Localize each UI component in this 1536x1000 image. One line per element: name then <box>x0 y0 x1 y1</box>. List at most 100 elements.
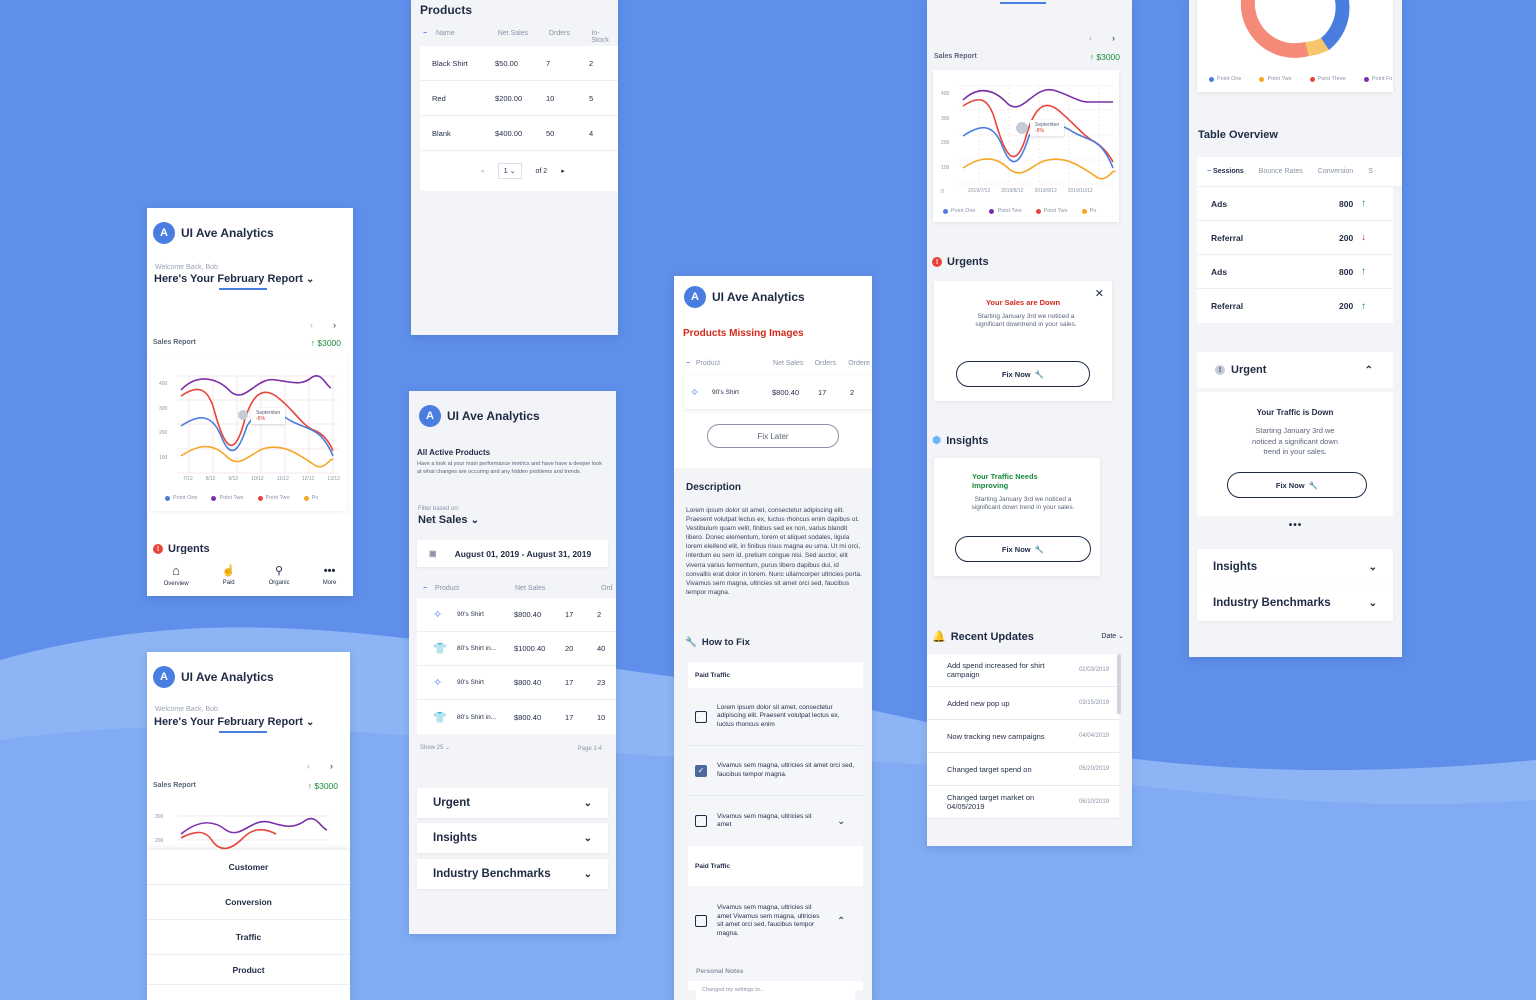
tab-more[interactable]: S <box>1368 168 1373 175</box>
tshirt-thumbnail-icon: 👕 <box>433 711 447 724</box>
table-tabs: − Sessions Bounce Rates Conversion S <box>1197 157 1402 187</box>
logo-icon: A <box>153 222 175 244</box>
fix-now-button[interactable]: Fix Now 🔧 <box>955 536 1091 562</box>
prev-page-icon[interactable]: ◂ <box>480 167 484 175</box>
missing-images-title: Products Missing Images <box>683 328 804 339</box>
table-row[interactable]: ✧ 90's Shirt $800.40 17 2 <box>684 375 872 409</box>
checkbox[interactable] <box>695 915 707 927</box>
table-row[interactable]: Referral 200 ↑ <box>1197 289 1393 323</box>
fix-now-button[interactable]: Fix Now 🔧 <box>1227 472 1367 498</box>
nav-organic[interactable]: ⚲ Organic <box>269 564 290 586</box>
menu-item-product[interactable]: Product <box>147 955 350 985</box>
list-item[interactable]: Changed target spend on 05/20/2019 <box>927 753 1119 786</box>
fix-item[interactable]: ✓ Vivamus sem magna, ultricies sit amet o… <box>688 746 863 796</box>
report-dropdown[interactable]: Here's Your February Report ⌄ <box>154 273 314 285</box>
prev-icon[interactable]: ‹ <box>1089 33 1092 43</box>
table-row[interactable]: Ads 800 ↑ <box>1197 255 1393 289</box>
x-ticks: 7/12 8/12 9/12 10/12 11/12 12/12 13/12 <box>183 476 340 482</box>
table-row[interactable]: Black Shirt $50.00 7 2 <box>420 46 618 81</box>
products-title: Products <box>420 3 473 17</box>
table-row[interactable]: 👕 80's Shirt in... $800.40 17 10 <box>417 700 616 734</box>
filter-dropdown[interactable]: Net Sales ⌄ <box>418 514 479 526</box>
table-row[interactable]: ✧ 90's Shirt $800.40 17 23 <box>417 666 616 700</box>
nav-paid[interactable]: ☝ Paid <box>222 564 236 586</box>
checkbox-checked[interactable]: ✓ <box>695 764 707 777</box>
collapse-icon[interactable]: − <box>686 360 696 367</box>
accordion-urgent[interactable]: ! Urgent ⌃ <box>1197 352 1393 388</box>
collapse-icon[interactable]: − <box>423 585 435 592</box>
all-products-table-head: − Product Net Sales Ord <box>423 585 613 592</box>
welcome-text: Welcome Back, Bob <box>155 264 218 271</box>
sales-chart: September -5% 400 300 200 100 7/12 8/12 9/12 10… <box>151 356 347 511</box>
carousel-dots[interactable]: ••• <box>1189 520 1402 531</box>
sales-value: ↑ $3000 <box>1089 52 1120 62</box>
fix-item[interactable]: Lorem ipsum dolor sit amet, consectetur … <box>688 688 863 746</box>
recent-updates-heading: 🔔 Recent Updates <box>932 630 1034 644</box>
fix-later-button[interactable]: Fix Later <box>707 424 839 448</box>
paid-traffic-label: Paid Traffic <box>695 862 731 870</box>
menu-item-conversion[interactable]: Conversion <box>147 885 350 920</box>
sales-chart-svg <box>177 374 339 474</box>
more-menu: Customer Conversion Traffic Product <box>147 850 350 1000</box>
sales-value-text: $3000 <box>317 338 341 348</box>
sales-chart: September -5% 400 300 200 100 0 2019/7/12 2019… <box>933 70 1119 222</box>
table-row[interactable]: Blank $400.00 50 4 <box>420 116 618 151</box>
page-total: of 2 <box>535 167 548 175</box>
brand: A UI Ave Analytics <box>153 666 274 688</box>
date-sort[interactable]: Date ⌄ <box>1101 632 1124 640</box>
table-row[interactable]: Referral 200 ↓ <box>1197 221 1393 255</box>
nav-overview[interactable]: ⌂ Overview <box>164 563 189 587</box>
wrench-icon: 🔧 <box>1034 544 1045 554</box>
insights-heading: ✺ Insights <box>932 434 988 448</box>
list-item[interactable]: Added new pop up 03/15/2019 <box>927 687 1119 720</box>
tab-bounce-rates[interactable]: Bounce Rates <box>1259 168 1303 175</box>
accordion-insights[interactable]: Insights ⌄ <box>1197 549 1393 585</box>
how-to-fix-label: How to Fix <box>701 637 750 648</box>
scrollbar[interactable] <box>1117 654 1121 714</box>
prev-icon[interactable]: ‹ <box>310 320 313 330</box>
page-select[interactable]: 1 ⌄ <box>497 163 522 179</box>
nav-more[interactable]: ••• More <box>323 565 337 586</box>
collapse-icon[interactable]: − <box>423 30 436 44</box>
next-icon[interactable]: › <box>330 761 333 771</box>
checkbox[interactable] <box>695 815 707 827</box>
menu-item-customer[interactable]: Customer <box>147 850 350 885</box>
tab-conversion[interactable]: Conversion <box>1318 168 1353 175</box>
show-select[interactable]: Show 25 ⌄ <box>420 744 450 751</box>
next-page-icon[interactable]: ▸ <box>561 167 565 175</box>
list-item[interactable]: Add spend increased for shirt campaign 02… <box>927 654 1119 687</box>
fix-list: Paid Traffic Lorem ipsum dolor sit amet,… <box>688 662 863 1000</box>
accordion-industry-benchmarks[interactable]: Industry Benchmarks ⌄ <box>1197 585 1393 621</box>
date-range-picker[interactable]: ▣ August 01, 2019 - August 31, 2019 <box>417 540 608 567</box>
table-row[interactable]: ✧ 90's Shirt $800.40 17 2 <box>417 598 616 632</box>
next-icon[interactable]: › <box>333 320 336 330</box>
report-title: Here's Your February Report <box>154 273 303 285</box>
next-icon[interactable]: › <box>1112 33 1115 43</box>
accordion-insights[interactable]: Insights ⌄ <box>417 823 608 853</box>
accordion-urgent[interactable]: Urgent ⌄ <box>417 788 608 818</box>
tooltip-value: -5% <box>256 416 265 422</box>
table-row[interactable]: 👕 80's Shirt in... $1000.40 20 40 <box>417 632 616 666</box>
chevron-down-icon: ⌄ <box>470 515 479 526</box>
report-underline <box>219 288 267 290</box>
table-row[interactable]: Ads 800 ↑ <box>1197 187 1393 221</box>
tab-sessions[interactable]: − Sessions <box>1207 168 1244 175</box>
insight-card: Your Traffic Needs Improving Starting Ja… <box>934 458 1100 576</box>
chevron-down-icon: ⌄ <box>583 832 592 844</box>
fix-now-button[interactable]: Fix Now 🔧 <box>956 361 1090 387</box>
list-item[interactable]: Changed target market on 04/05/2019 06/10… <box>927 786 1119 819</box>
page-indicator: Page 1-4 <box>577 746 602 752</box>
fix-item[interactable]: Vivamus sem magna, ultricies sit amet Vi… <box>688 886 863 956</box>
fix-item[interactable]: Vivamus sem magna, ultricies sit amet ⌄ <box>688 796 863 846</box>
report-dropdown[interactable]: Here's Your February Report ⌄ <box>154 716 314 728</box>
table-row[interactable]: Red $200.00 10 5 <box>420 81 618 116</box>
personal-notes-label: Personal Notes <box>688 956 863 981</box>
accordion-industry-benchmarks[interactable]: Industry Benchmarks ⌄ <box>417 859 608 889</box>
all-products-desc: Have a look at your main performance met… <box>417 461 602 475</box>
personal-notes-input[interactable]: Changed my settings to... <box>696 981 855 1000</box>
menu-item-traffic[interactable]: Traffic <box>147 920 350 955</box>
list-item[interactable]: Now tracking new campaigns 04/04/2019 <box>927 720 1119 753</box>
how-to-fix-heading: 🔧 How to Fix <box>685 637 750 648</box>
checkbox[interactable] <box>695 710 707 723</box>
prev-icon[interactable]: ‹ <box>307 761 310 771</box>
